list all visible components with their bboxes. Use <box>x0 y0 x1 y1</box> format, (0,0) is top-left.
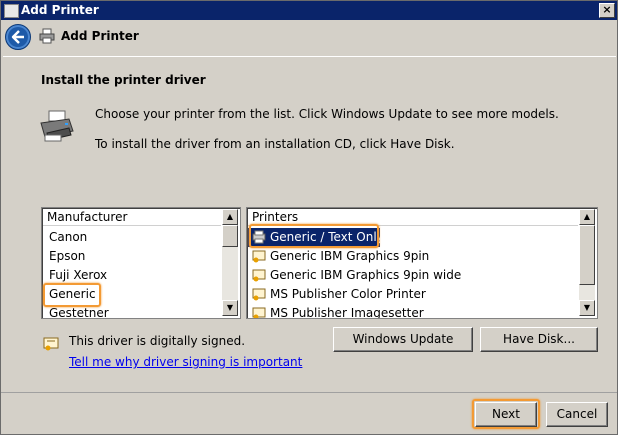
back-button[interactable] <box>5 24 31 50</box>
have-disk-button[interactable]: Have Disk... <box>480 327 598 352</box>
scroll-down-button[interactable]: ▼ <box>579 300 595 316</box>
window-icon <box>4 4 19 18</box>
certificate-icon <box>43 337 59 351</box>
printer-install-icon <box>40 110 74 142</box>
printer-item[interactable]: MS Publisher Color Printer <box>248 285 426 304</box>
printer-item[interactable]: MS Publisher Imagesetter <box>248 304 424 319</box>
close-button[interactable]: × <box>599 3 615 18</box>
signed-driver-icon <box>252 269 266 282</box>
driver-signed-status: This driver is digitally signed. <box>69 334 246 348</box>
printer-highlight <box>249 224 379 248</box>
wizard-title: Add Printer <box>61 29 139 43</box>
scroll-up-button[interactable]: ▲ <box>222 209 238 225</box>
printer-item-label: Generic IBM Graphics 9pin <box>270 249 430 263</box>
page-heading: Install the printer driver <box>41 73 206 87</box>
wizard-content: Install the printer driver Choose your p… <box>3 56 616 393</box>
title-bar: Add Printer × <box>1 1 617 20</box>
signed-driver-icon <box>252 250 266 263</box>
printer-item-label: Generic IBM Graphics 9pin wide <box>270 268 462 282</box>
manufacturer-column-header[interactable]: Manufacturer <box>43 209 221 226</box>
driver-signing-link[interactable]: Tell me why driver signing is important <box>69 355 302 369</box>
scroll-up-button[interactable]: ▲ <box>579 209 595 225</box>
footer-divider <box>1 392 617 393</box>
manufacturer-scrollbar[interactable]: ▲ ▼ <box>222 209 238 316</box>
windows-update-button[interactable]: Windows Update <box>333 327 473 352</box>
printer-icon <box>39 28 55 44</box>
instructions-line-2: To install the driver from an installati… <box>95 137 455 151</box>
printer-item[interactable]: Generic IBM Graphics 9pin wide <box>248 266 461 285</box>
manufacturer-item[interactable]: Canon <box>43 228 87 247</box>
wizard-header: Add Printer <box>1 20 617 55</box>
scroll-thumb[interactable] <box>222 225 238 247</box>
cancel-button[interactable]: Cancel <box>546 402 608 427</box>
back-arrow-icon <box>11 30 24 44</box>
scroll-down-button[interactable]: ▼ <box>222 300 238 316</box>
add-printer-window: Add Printer × Add Printer Install the pr… <box>0 0 618 435</box>
printer-item-label: MS Publisher Color Printer <box>270 287 426 301</box>
manufacturer-item[interactable]: Epson <box>43 247 85 266</box>
printers-scrollbar[interactable]: ▲ ▼ <box>579 209 595 316</box>
window-title: Add Printer <box>21 3 99 17</box>
signed-driver-icon <box>252 307 266 318</box>
printer-item-label: MS Publisher Imagesetter <box>270 306 424 319</box>
manufacturer-highlight <box>43 283 101 307</box>
instructions-line-1: Choose your printer from the list. Click… <box>95 107 559 121</box>
printer-item[interactable]: Generic IBM Graphics 9pin <box>248 247 429 266</box>
signed-driver-icon <box>252 288 266 301</box>
next-button-highlight <box>472 399 540 429</box>
scroll-thumb[interactable] <box>579 225 595 285</box>
